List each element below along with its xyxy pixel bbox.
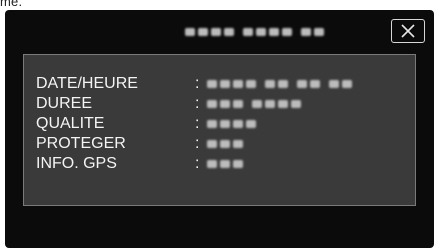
info-separator: : xyxy=(195,135,200,152)
camera-screen: DATE/HEURE : DUREE : QUALITE : PROTEGER … xyxy=(5,10,434,248)
info-separator: : xyxy=(195,95,200,112)
info-separator: : xyxy=(195,155,200,172)
info-separator: : xyxy=(195,75,200,92)
info-panel: DATE/HEURE : DUREE : QUALITE : PROTEGER … xyxy=(23,54,416,206)
header-title-obscured xyxy=(185,25,335,39)
info-separator: : xyxy=(195,115,200,132)
top-text-fragment: me. xyxy=(0,0,23,9)
close-x-icon xyxy=(401,24,415,38)
info-row-info-gps: INFO. GPS : xyxy=(36,155,246,173)
info-value-obscured xyxy=(207,139,246,149)
info-label-qualite: QUALITE xyxy=(36,115,105,132)
info-value-obscured xyxy=(207,99,304,109)
info-label-date-heure: DATE/HEURE xyxy=(36,75,138,92)
info-value-obscured xyxy=(207,119,259,129)
close-button[interactable] xyxy=(391,19,425,43)
info-row-qualite: QUALITE : xyxy=(36,115,259,133)
info-row-proteger: PROTEGER : xyxy=(36,135,246,153)
info-row-duree: DUREE : xyxy=(36,95,304,113)
info-value-obscured xyxy=(207,159,246,169)
info-label-proteger: PROTEGER xyxy=(36,135,126,152)
info-row-date-heure: DATE/HEURE : xyxy=(36,75,355,93)
info-label-info-gps: INFO. GPS xyxy=(36,155,117,172)
info-label-duree: DUREE xyxy=(36,95,93,112)
info-value-obscured xyxy=(207,79,355,89)
